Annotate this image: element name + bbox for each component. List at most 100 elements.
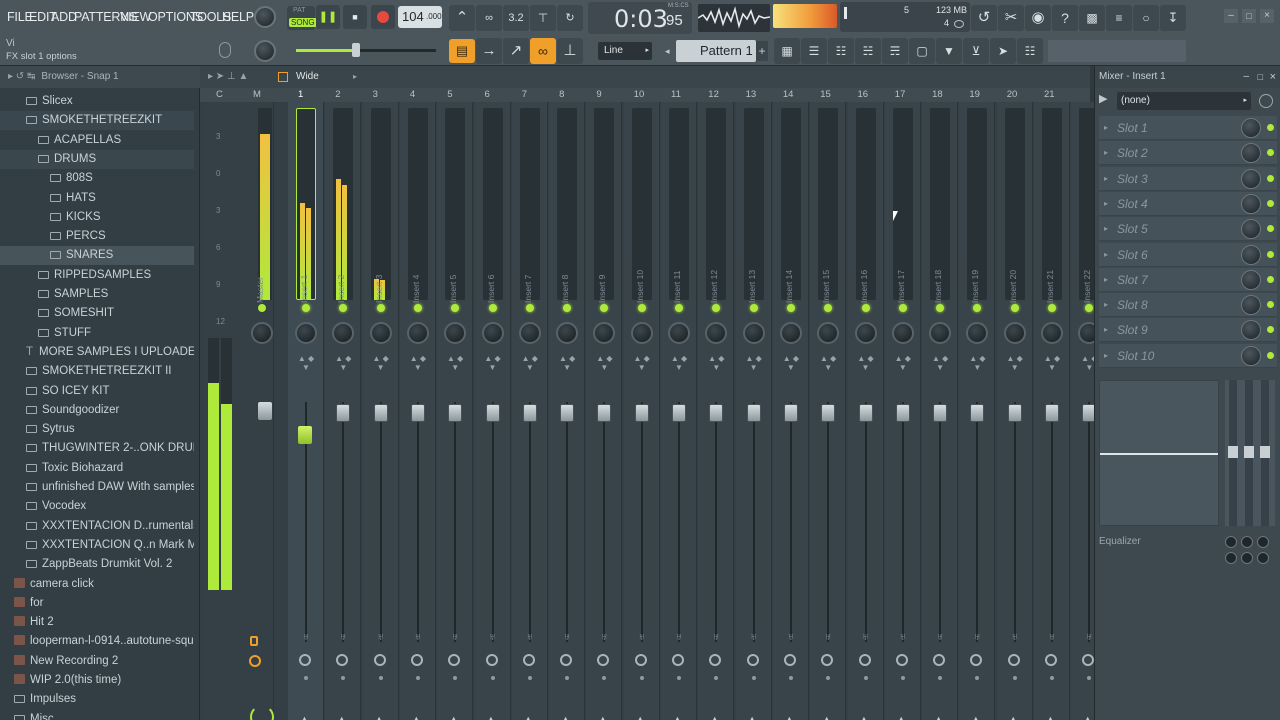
- stereo-separation-icon[interactable]: ▲ ◆ ▼: [669, 354, 689, 372]
- channel-fader-handle[interactable]: [410, 404, 425, 422]
- channel-record-icon[interactable]: ♅: [298, 632, 314, 646]
- channel-route-icon[interactable]: [634, 654, 647, 666]
- touch-keyboard-icon[interactable]: ⊻: [963, 38, 989, 64]
- slot-expand-icon[interactable]: ▸: [1104, 293, 1108, 317]
- channel-route-icon[interactable]: [970, 654, 983, 666]
- browser-item[interactable]: XXXTENTACION Q..n Mark Mini Kit: [0, 536, 194, 555]
- channel-route-arrow-icon[interactable]: ▲: [449, 714, 458, 720]
- channel-fader-handle[interactable]: [485, 404, 500, 422]
- channel-pan-knob[interactable]: [406, 322, 429, 344]
- channel-enable-led[interactable]: [861, 304, 870, 312]
- channel-enable-led[interactable]: [413, 304, 422, 312]
- channel-enable-led[interactable]: [973, 304, 982, 312]
- channel-pan-knob[interactable]: [817, 322, 840, 344]
- channel-pan-knob[interactable]: [668, 322, 690, 344]
- mixer-strip[interactable]: Insert 6 ▲ ◆ ▼ ♅ ▲: [474, 102, 511, 720]
- browser-item[interactable]: Hit 2: [0, 613, 194, 632]
- metronome-icon[interactable]: ⌃: [449, 5, 475, 31]
- playlist-icon[interactable]: ▦: [774, 38, 800, 64]
- time-display[interactable]: 0:03 95 M:S:CS: [588, 2, 692, 34]
- channel-fader-handle[interactable]: [298, 426, 312, 444]
- send-icon[interactable]: ➤: [990, 38, 1016, 64]
- channel-route-arrow-icon[interactable]: ▲: [337, 714, 346, 720]
- slot-enable-led[interactable]: [1267, 351, 1274, 359]
- latency-icon[interactable]: [1259, 94, 1273, 108]
- fx-slot[interactable]: ▸ Slot 1: [1099, 116, 1277, 140]
- preset-plug-icon[interactable]: ▶: [1099, 92, 1117, 108]
- tempo-display[interactable]: 104 .000: [398, 6, 442, 28]
- pattern-selector[interactable]: Pattern 1: [676, 40, 756, 62]
- channel-route-arrow-icon[interactable]: ▲: [934, 714, 943, 720]
- stereo-separation-icon[interactable]: ▲ ◆ ▼: [445, 354, 465, 372]
- slot-enable-led[interactable]: [1267, 225, 1274, 233]
- channel-route-arrow-icon[interactable]: ▲: [897, 714, 906, 720]
- chat-icon[interactable]: ○: [1133, 5, 1159, 31]
- channel-record-icon[interactable]: ♅: [634, 632, 650, 646]
- arrow-right-icon[interactable]: →: [476, 38, 502, 64]
- fx-slot[interactable]: ▸ Slot 5: [1099, 217, 1277, 242]
- channel-route-arrow-icon[interactable]: ▲: [673, 714, 682, 720]
- mixer-strip[interactable]: Insert 2 ▲ ◆ ▼ ♅ ▲: [325, 102, 362, 720]
- stereo-separation-icon[interactable]: ▲ ◆ ▼: [296, 354, 316, 372]
- channel-route-icon[interactable]: [560, 654, 573, 666]
- browser-item[interactable]: WIP 2.0(this time): [0, 671, 194, 690]
- stereo-separation-icon[interactable]: ▲ ◆ ▼: [930, 354, 950, 372]
- channel-fader-handle[interactable]: [672, 404, 686, 422]
- slot-expand-icon[interactable]: ▸: [1104, 344, 1108, 368]
- channel-route-icon[interactable]: [373, 654, 386, 666]
- channel-enable-led[interactable]: [898, 304, 907, 312]
- slot-mix-knob[interactable]: [1241, 345, 1261, 366]
- channel-pan-knob[interactable]: [742, 322, 765, 344]
- stereo-separation-icon[interactable]: ▲ ◆ ▼: [333, 354, 353, 372]
- stereo-separation-icon[interactable]: ▲ ◆ ▼: [371, 354, 391, 372]
- browser-icon[interactable]: ☴: [882, 38, 908, 64]
- channel-record-icon[interactable]: ♅: [858, 632, 874, 646]
- channel-route-arrow-icon[interactable]: ▲: [748, 714, 757, 720]
- browser-item[interactable]: SMOKETHETREEZKIT: [0, 111, 194, 131]
- maximize-panel-icon[interactable]: □: [1258, 66, 1263, 88]
- channel-fader-handle[interactable]: [560, 404, 575, 422]
- channel-route-arrow-icon[interactable]: ▲: [375, 714, 384, 720]
- stereo-separation-icon[interactable]: ▲ ◆ ▼: [520, 354, 540, 372]
- browser-item[interactable]: HATS: [0, 189, 194, 208]
- channel-pan-knob[interactable]: [1041, 322, 1063, 344]
- mixer-strip[interactable]: Insert 3 ▲ ◆ ▼ ♅ ▲: [362, 102, 399, 720]
- mixer-icon[interactable]: ☵: [855, 38, 881, 64]
- slot-mix-knob[interactable]: [1241, 320, 1261, 341]
- slot-mix-knob[interactable]: [1241, 269, 1261, 290]
- slot-expand-icon[interactable]: ▸: [1104, 268, 1108, 292]
- fx-slot[interactable]: ▸ Slot 7: [1099, 267, 1277, 292]
- eq-low-handle[interactable]: [1228, 446, 1238, 458]
- channel-enable-led[interactable]: [637, 304, 646, 312]
- channel-fader-handle[interactable]: [970, 404, 985, 422]
- channel-route-arrow-icon[interactable]: ▲: [1083, 714, 1092, 720]
- eq-graph[interactable]: [1099, 380, 1219, 526]
- channel-route-icon[interactable]: [485, 654, 498, 666]
- browser-item[interactable]: New Recording 2: [0, 652, 194, 671]
- channel-enable-led[interactable]: [376, 304, 385, 312]
- eq-knob-1[interactable]: [1225, 536, 1237, 548]
- channel-fader-handle[interactable]: [373, 404, 388, 422]
- channel-fader-handle[interactable]: [895, 404, 910, 422]
- channel-fader-handle[interactable]: [634, 404, 649, 422]
- stop-button[interactable]: ■: [343, 5, 367, 29]
- eq-knob-4[interactable]: [1225, 552, 1237, 564]
- slide-tool-icon[interactable]: ↗: [503, 38, 529, 64]
- close-icon[interactable]: ×: [1260, 9, 1274, 23]
- browser-item[interactable]: unfinished DAW With samples: [0, 478, 194, 497]
- mixer-strip[interactable]: Insert 17 ▲ ◆ ▼ ♅ ▲: [884, 102, 921, 720]
- master-pan-knob[interactable]: [251, 322, 273, 344]
- channel-route-icon[interactable]: [1082, 654, 1095, 666]
- wait-input-icon[interactable]: ∞: [476, 5, 502, 31]
- stereo-separation-icon[interactable]: ▲ ◆ ▼: [781, 354, 801, 372]
- channel-route-arrow-icon[interactable]: ▲: [971, 714, 980, 720]
- eq-knob-3[interactable]: [1257, 536, 1269, 548]
- channel-record-icon[interactable]: ♅: [932, 632, 948, 646]
- fx-slot[interactable]: ▸ Slot 10: [1099, 343, 1277, 368]
- mixer-strip[interactable]: Insert 14 ▲ ◆ ▼ ♅ ▲: [772, 102, 809, 720]
- slot-mix-knob[interactable]: [1241, 295, 1261, 316]
- channel-enable-led[interactable]: [563, 304, 572, 312]
- channel-enable-led[interactable]: [936, 304, 945, 312]
- fx-slot[interactable]: ▸ Slot 2: [1099, 141, 1277, 166]
- channel-route-arrow-icon[interactable]: ▲: [636, 714, 645, 720]
